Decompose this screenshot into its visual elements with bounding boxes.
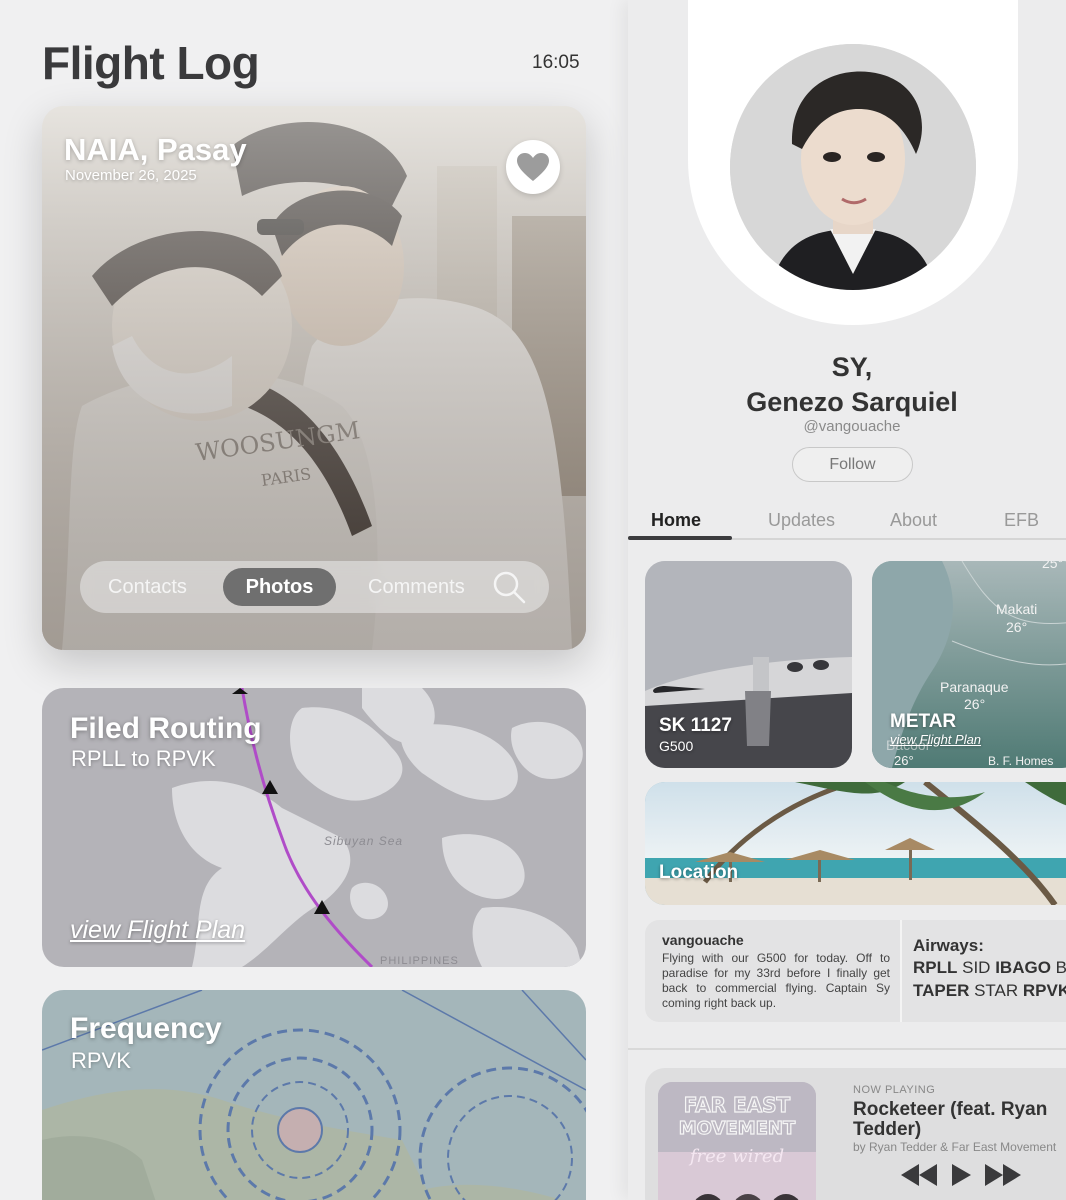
tab-home[interactable]: Home — [651, 510, 701, 531]
beach-image — [645, 782, 1066, 905]
post-card: vangouache Flying with our G500 for toda… — [645, 920, 1066, 1022]
aircraft-tile-subtitle: G500 — [659, 738, 694, 754]
now-playing-label: NOW PLAYING — [853, 1084, 936, 1096]
metar-tile-title: METAR — [890, 711, 957, 732]
profile-tabs: Home Updates About EFB — [628, 508, 1066, 540]
airway-token: B — [1055, 958, 1066, 977]
airway-token: STAR — [974, 981, 1019, 1000]
tab-photos[interactable]: Photos — [223, 568, 336, 606]
play-icon[interactable] — [949, 1162, 973, 1188]
follow-button[interactable]: Follow — [792, 447, 913, 482]
profile-name-line2: Genezo Sarquiel — [746, 387, 958, 417]
metar-makati-temp: 26° — [1006, 619, 1028, 635]
airway-token: SID — [962, 958, 991, 977]
metar-paranaque-temp: 26° — [964, 696, 986, 712]
favorite-button[interactable] — [506, 140, 560, 194]
profile-handle: @vangouache — [803, 418, 901, 435]
avatar[interactable] — [730, 44, 976, 290]
map-label-country: PHILIPPINES — [380, 955, 459, 967]
left-panel: Flight Log 16:05 WOOSUNGM PAR — [0, 0, 628, 1200]
metar-makati-name: Makati — [996, 601, 1038, 617]
aircraft-tile[interactable]: SK 1127 G500 — [645, 561, 852, 768]
divider — [900, 920, 902, 1022]
search-icon[interactable] — [492, 570, 526, 604]
airway-token: RPLL — [913, 958, 958, 977]
location-tile[interactable]: Location — [645, 782, 1066, 905]
fast-forward-icon[interactable] — [983, 1162, 1023, 1188]
airways-row-1: RPLL SID IBAGO B — [913, 958, 1066, 978]
map-label-sea: Sibuyan Sea — [324, 834, 404, 848]
post-username[interactable]: vangouache — [662, 932, 744, 948]
airway-token: TAPER — [913, 981, 970, 1000]
metar-view-flight-plan-link[interactable]: view Flight Plan — [890, 732, 981, 747]
album-text-line2: MOVEMENT — [679, 1118, 796, 1139]
profile-name-line1: SY, — [831, 352, 873, 382]
metar-paranaque-name: Paranaque — [940, 679, 1009, 695]
section-divider — [628, 1048, 1066, 1050]
tab-efb[interactable]: EFB — [1004, 510, 1039, 531]
tab-contacts[interactable]: Contacts — [108, 561, 187, 613]
song-artist: by Ryan Tedder & Far East Movement — [853, 1140, 1057, 1154]
routing-subtitle: RPLL to RPVK — [71, 746, 216, 771]
location-tile-title: Location — [659, 862, 739, 883]
rewind-icon[interactable] — [899, 1162, 939, 1188]
metar-bf-homes: B. F. Homes — [988, 754, 1054, 768]
frequency-title: Frequency — [70, 1012, 222, 1045]
heart-icon — [517, 153, 549, 181]
clock: 16:05 — [532, 52, 580, 73]
profile-panel: SY, Genezo Sarquiel @vangouache Follow H… — [628, 0, 1066, 1200]
metar-temp-top: 25° — [1042, 561, 1064, 571]
photo-segment-control: Contacts Photos Comments — [80, 561, 549, 613]
album-text-line3: free wired — [688, 1146, 784, 1167]
routing-title: Filed Routing — [70, 712, 262, 745]
frequency-subtitle: RPVK — [71, 1048, 131, 1073]
aircraft-tile-title: SK 1127 — [659, 715, 732, 736]
album-cover: FAR EAST MOVEMENT free wired — [658, 1082, 816, 1200]
tab-about[interactable]: About — [890, 510, 937, 531]
metar-tile[interactable]: 25° Makati 26° Paranaque 26° Bacoor 26° … — [872, 561, 1066, 768]
avatar-image — [730, 44, 976, 290]
app-title: Flight Log — [42, 37, 260, 89]
frequency-card[interactable]: Frequency RPVK — [42, 990, 586, 1200]
now-playing-card[interactable]: FAR EAST MOVEMENT free wired NOW PLAYING… — [645, 1068, 1066, 1200]
song-title: Rocketeer (feat. Ryan Tedder) — [853, 1099, 1048, 1140]
album-art: FAR EAST MOVEMENT free wired — [658, 1082, 816, 1200]
photo-date: November 26, 2025 — [65, 167, 197, 184]
airway-token: IBAGO — [995, 958, 1051, 977]
post-body: Flying with our G500 for today. Off to p… — [662, 951, 890, 1010]
airway-token: RPVK — [1022, 981, 1066, 1000]
album-text-line1: FAR EAST — [684, 1093, 791, 1117]
airways-row-2: TAPER STAR RPVK — [913, 981, 1066, 1001]
tab-updates[interactable]: Updates — [768, 510, 835, 531]
photo-card[interactable]: WOOSUNGM PARIS NAIA, Pasay November 26, … — [42, 106, 586, 650]
filed-routing-card[interactable]: Sibuyan Sea PHILIPPINES Filed Routing RP… — [42, 688, 586, 967]
tab-comments[interactable]: Comments — [368, 561, 465, 613]
tab-photos-label: Photos — [245, 576, 314, 598]
airways-title: Airways: — [913, 936, 984, 955]
view-flight-plan-link[interactable]: view Flight Plan — [70, 916, 245, 945]
tab-active-indicator — [628, 536, 732, 540]
metar-bacoor-temp: 26° — [894, 753, 914, 768]
photo-location: NAIA, Pasay — [64, 132, 247, 167]
